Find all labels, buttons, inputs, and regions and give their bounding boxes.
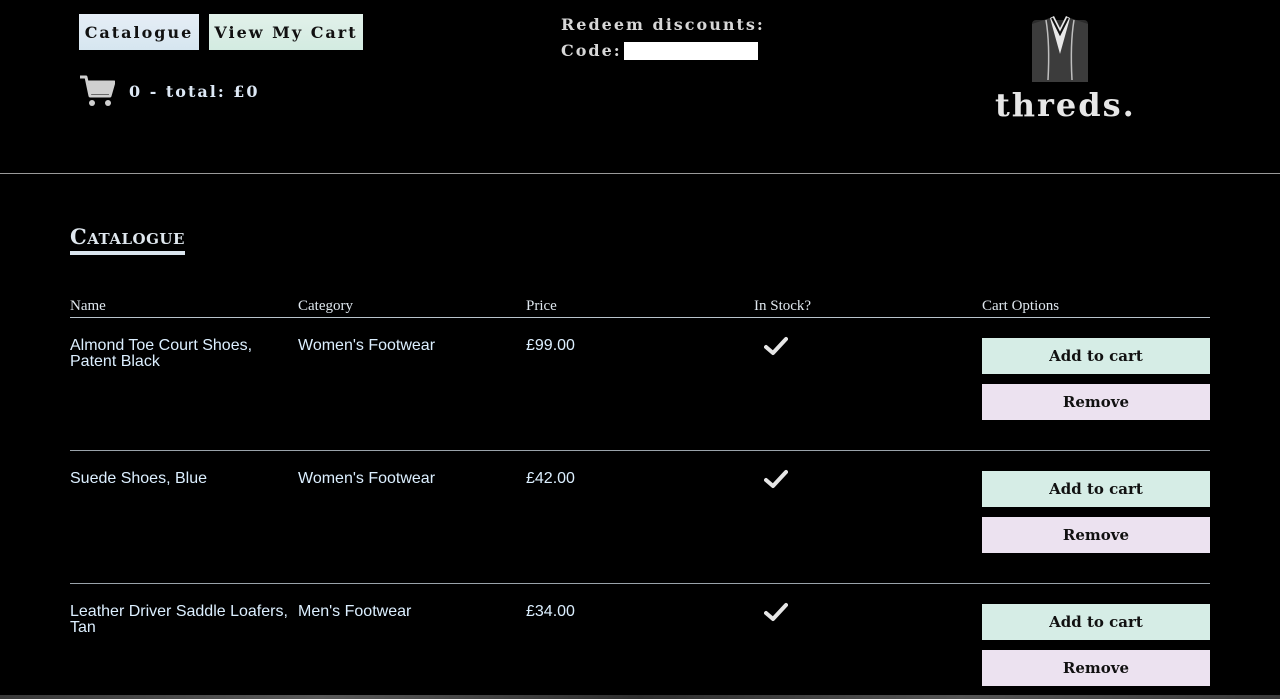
column-header-name: Name xyxy=(70,298,106,314)
suit-jacket-icon xyxy=(1032,16,1088,82)
in-stock-cell xyxy=(754,451,982,583)
column-header-price: Price xyxy=(526,298,557,314)
discount-code-input[interactable] xyxy=(623,42,758,60)
remove-button[interactable]: Remove xyxy=(982,517,1210,553)
add-to-cart-button[interactable]: Add to cart xyxy=(982,471,1210,507)
product-category: Women's Footwear xyxy=(298,337,436,354)
site-logo[interactable]: threds. xyxy=(995,14,1136,124)
in-stock-cell xyxy=(754,584,982,699)
product-price: £99.00 xyxy=(526,337,575,354)
product-category: Women's Footwear xyxy=(298,470,436,487)
cart-options: Add to cart Remove xyxy=(982,451,1210,583)
checkmark-icon xyxy=(764,337,788,355)
view-cart-button[interactable]: View My Cart xyxy=(209,14,363,50)
code-label: Code: xyxy=(561,41,622,60)
product-name: Leather Driver Saddle Loafers, Tan xyxy=(70,603,288,636)
cart-summary[interactable]: 0 - total: £0 xyxy=(79,74,260,108)
catalogue-button[interactable]: Catalogue xyxy=(79,14,199,50)
cart-options: Add to cart Remove xyxy=(982,318,1210,450)
table-header: Name Category Price In Stock? Cart Optio… xyxy=(70,298,1210,318)
checkmark-icon xyxy=(764,470,788,488)
product-price: £34.00 xyxy=(526,603,575,620)
page-bottom-texture xyxy=(0,695,1280,699)
checkmark-icon xyxy=(764,603,788,621)
product-category: Men's Footwear xyxy=(298,603,412,620)
remove-button[interactable]: Remove xyxy=(982,384,1210,420)
catalogue-table: Name Category Price In Stock? Cart Optio… xyxy=(70,298,1210,699)
discount-heading: Redeem discounts: xyxy=(561,15,765,34)
add-to-cart-button[interactable]: Add to cart xyxy=(982,338,1210,374)
in-stock-cell xyxy=(754,318,982,450)
add-to-cart-button[interactable]: Add to cart xyxy=(982,604,1210,640)
logo-text: threds. xyxy=(995,86,1136,124)
table-row: Almond Toe Court Shoes, Patent Black Wom… xyxy=(70,318,1210,451)
column-header-category: Category xyxy=(298,298,353,314)
product-name: Suede Shoes, Blue xyxy=(70,470,207,487)
product-name: Almond Toe Court Shoes, Patent Black xyxy=(70,337,253,370)
remove-button[interactable]: Remove xyxy=(982,650,1210,686)
product-price: £42.00 xyxy=(526,470,575,487)
cart-total-text: 0 - total: £0 xyxy=(129,81,260,101)
cart-options: Add to cart Remove xyxy=(982,584,1210,699)
shopping-cart-icon xyxy=(80,75,115,106)
discount-panel: Redeem discounts: Code: xyxy=(561,12,765,64)
column-header-in-stock: In Stock? xyxy=(754,298,812,314)
table-row: Leather Driver Saddle Loafers, Tan Men's… xyxy=(70,584,1210,699)
code-row: Code: xyxy=(561,38,765,64)
column-header-cart-options: Cart Options xyxy=(982,298,1060,314)
catalogue-heading: Catalogue xyxy=(70,224,185,255)
site-header: Catalogue View My Cart 0 - total: £0 Red… xyxy=(0,0,1280,174)
table-row: Suede Shoes, Blue Women's Footwear £42.0… xyxy=(70,451,1210,584)
